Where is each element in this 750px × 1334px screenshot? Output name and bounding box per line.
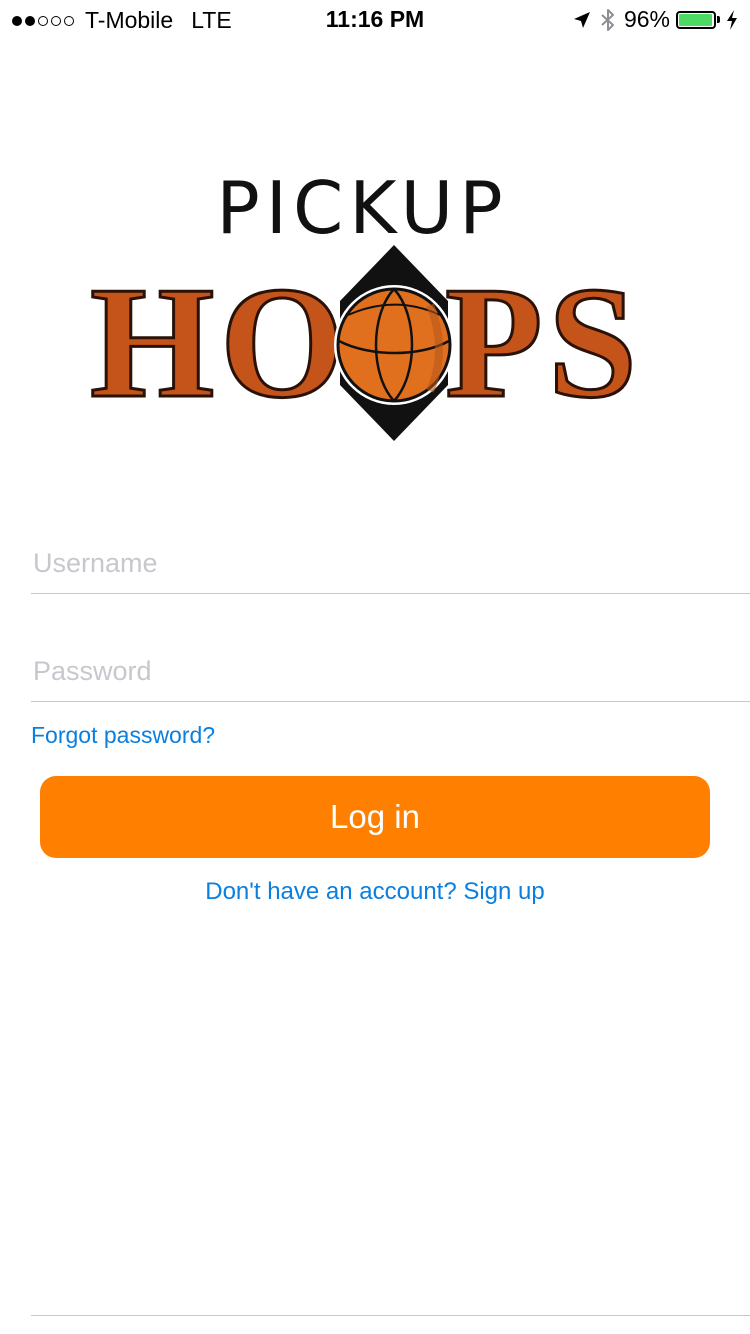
- battery-cap: [717, 16, 720, 23]
- logo-letter-p: P: [444, 253, 545, 431]
- battery-percent: 96%: [623, 6, 670, 32]
- login-screen: T-Mobile LTE 11:16 PM 96% PICKUP H O P S…: [0, 0, 750, 1334]
- pickup-hoops-logo: PICKUP H O P S: [88, 166, 639, 445]
- password-field: [31, 641, 750, 702]
- logo-letter-o: O: [218, 253, 345, 431]
- username-field: [31, 533, 750, 594]
- password-input[interactable]: [31, 641, 750, 701]
- battery-level-fill: [679, 13, 712, 26]
- bottom-divider: [31, 1315, 750, 1316]
- signup-link[interactable]: Don't have an account? Sign up: [0, 878, 750, 906]
- battery-icon: [676, 10, 716, 29]
- status-bar: T-Mobile LTE 11:16 PM 96%: [0, 0, 750, 40]
- forgot-password-link[interactable]: Forgot password?: [31, 722, 215, 749]
- basketball-icon: [330, 245, 458, 445]
- charging-bolt-icon: [726, 9, 738, 30]
- bluetooth-icon: [600, 8, 616, 32]
- status-right: 96%: [572, 6, 738, 33]
- logo-letter-h: H: [88, 253, 215, 431]
- logo-letter-s: S: [547, 253, 639, 431]
- location-arrow-icon: [572, 10, 592, 30]
- logo-pickup-text: PICKUP: [216, 166, 509, 250]
- login-button[interactable]: Log in: [40, 776, 710, 858]
- username-input[interactable]: [31, 533, 750, 593]
